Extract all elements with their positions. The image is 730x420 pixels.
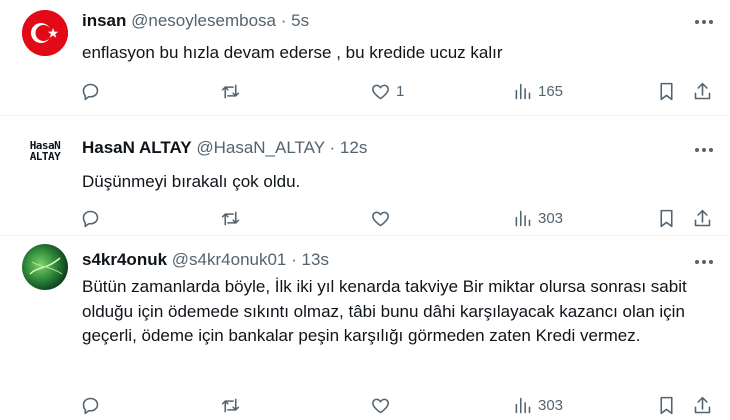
tweet-2: HasaN ALTAY HasaN ALTAY @HasaN_ALTAY · 1… <box>0 116 730 236</box>
display-name[interactable]: insan <box>82 11 126 30</box>
more-icon[interactable] <box>692 12 716 32</box>
reply-button[interactable] <box>80 206 106 230</box>
like-button[interactable] <box>370 206 396 230</box>
display-name[interactable]: s4kr4onuk <box>82 250 167 269</box>
views-count: 165 <box>538 82 564 100</box>
retweet-button[interactable] <box>220 393 246 417</box>
more-icon[interactable] <box>692 140 716 160</box>
views-button[interactable]: 303 <box>512 206 563 230</box>
green-abstract-avatar-icon <box>29 257 63 275</box>
share-button[interactable] <box>692 206 713 230</box>
bookmark-icon <box>660 82 673 100</box>
action-bar: 303 <box>80 393 720 417</box>
share-icon <box>694 396 711 413</box>
timestamp[interactable]: 12s <box>340 138 367 157</box>
bookmark-icon <box>660 209 673 227</box>
like-count: 1 <box>396 82 405 100</box>
separator: · <box>329 138 336 157</box>
like-icon <box>372 398 389 413</box>
avatar-text-logo: HasaN ALTAY <box>22 128 68 162</box>
views-icon <box>515 83 531 99</box>
tweet-header: s4kr4onuk @s4kr4onuk01 · 13s <box>82 249 329 271</box>
like-icon <box>372 84 389 99</box>
tweet-3: s4kr4onuk @s4kr4onuk01 · 13s Bütün zaman… <box>0 236 730 420</box>
retweet-icon <box>221 398 240 412</box>
avatar-text-line2: ALTAY <box>29 150 61 163</box>
avatar[interactable] <box>22 10 68 56</box>
user-handle[interactable]: @nesoylesembosa <box>131 11 276 30</box>
action-bar: 303 <box>80 206 720 230</box>
timestamp[interactable]: 5s <box>291 11 309 30</box>
share-button[interactable] <box>692 79 713 103</box>
bookmark-icon <box>660 396 673 414</box>
retweet-button[interactable] <box>220 206 246 230</box>
reply-icon <box>82 397 99 414</box>
tweet-header: insan @nesoylesembosa · 5s <box>82 10 309 32</box>
views-count: 303 <box>538 396 564 414</box>
separator: · <box>291 250 297 269</box>
separator: · <box>280 11 287 30</box>
tweet-header: HasaN ALTAY @HasaN_ALTAY · 12s <box>82 137 367 159</box>
views-button[interactable]: 303 <box>512 393 563 417</box>
retweet-icon <box>221 211 240 225</box>
bookmark-button[interactable] <box>656 79 677 103</box>
display-name[interactable]: HasaN ALTAY <box>82 138 192 157</box>
reply-icon <box>82 210 99 227</box>
share-icon <box>694 209 711 226</box>
turkish-flag-avatar-icon <box>22 10 68 56</box>
bookmark-button[interactable] <box>656 393 677 417</box>
retweet-icon <box>221 84 240 98</box>
avatar[interactable]: HasaN ALTAY <box>22 128 68 174</box>
bookmark-button[interactable] <box>656 206 677 230</box>
like-icon <box>372 211 389 226</box>
share-icon <box>694 82 711 99</box>
avatar[interactable] <box>22 244 68 290</box>
user-handle[interactable]: @HasaN_ALTAY <box>196 138 324 157</box>
views-icon <box>515 397 531 413</box>
reply-button[interactable] <box>80 393 106 417</box>
tweet-text: Bütün zamanlarda böyle, İlk iki yıl kena… <box>82 277 687 345</box>
tweet-text: Düşünmeyi bırakalı çok oldu. <box>82 172 301 191</box>
retweet-button[interactable] <box>220 79 246 103</box>
like-button[interactable]: 1 <box>370 79 404 103</box>
timestamp[interactable]: 13s <box>302 250 329 269</box>
views-button[interactable]: 165 <box>512 79 563 103</box>
views-count: 303 <box>538 209 564 227</box>
more-icon[interactable] <box>692 252 716 272</box>
like-button[interactable] <box>370 393 396 417</box>
user-handle[interactable]: @s4kr4onuk01 <box>172 250 287 269</box>
reply-button[interactable] <box>80 79 106 103</box>
reply-icon <box>82 83 99 100</box>
views-icon <box>515 210 531 226</box>
tweet-1: insan @nesoylesembosa · 5s enflasyon bu … <box>0 0 730 116</box>
action-bar: 1 165 <box>80 79 720 103</box>
share-button[interactable] <box>692 393 713 417</box>
tweet-text: enflasyon bu hızla devam ederse , bu kre… <box>82 43 503 62</box>
